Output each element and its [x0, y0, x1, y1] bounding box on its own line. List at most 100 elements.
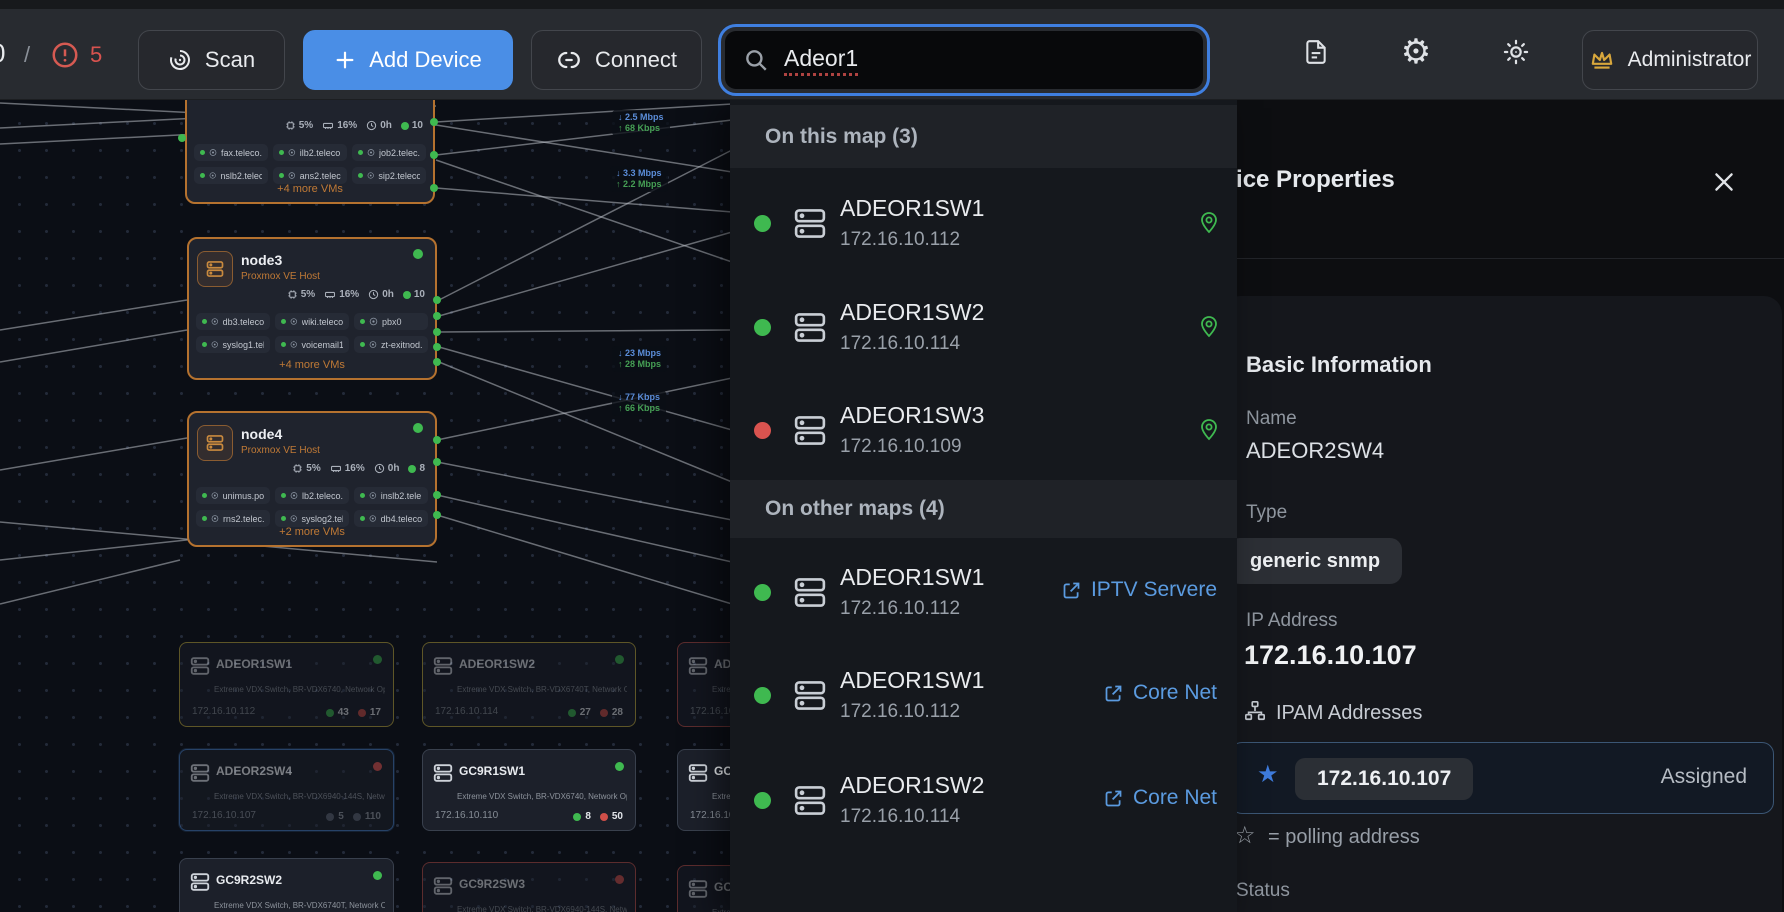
vm-chip[interactable]: db4.teleco...	[354, 510, 428, 527]
result-device-ip: 172.16.10.112	[840, 598, 960, 620]
ipam-address-row[interactable]: ★ 172.16.10.107 Assigned	[1230, 742, 1774, 814]
result-status-dot	[754, 792, 771, 809]
switch-description: Extreme VDX Switch, BR-VDX6740T, Network…	[457, 685, 627, 694]
ram-usage: 16%	[345, 463, 365, 474]
close-icon[interactable]	[1708, 166, 1740, 198]
polling-star-icon[interactable]: ★	[1257, 763, 1279, 787]
document-icon[interactable]	[1298, 34, 1334, 70]
vm-chip[interactable]: inslb2.tele...	[354, 487, 428, 504]
host-card-node4[interactable]: node4 Proxmox VE Host 5% 16% 0h 8 unimus…	[187, 411, 437, 547]
search-result-row[interactable]: ADEOR1SW1 172.16.10.112 Core Net	[730, 657, 1237, 733]
device-search-input[interactable]: Adeor1	[718, 24, 1210, 96]
theme-brightness-icon[interactable]	[1498, 34, 1534, 70]
more-vms-link[interactable]: +2 more VMs	[189, 526, 435, 538]
switch-card-gc9r2sw2[interactable]: GC9R2SW2 Extreme VDX Switch, BR-VDX6740T…	[179, 858, 394, 912]
locate-pin-icon[interactable]	[1197, 315, 1221, 339]
vm-chip[interactable]: sip2.teleco...	[352, 167, 426, 184]
vm-chip[interactable]: pbx0	[354, 313, 428, 330]
vm-chip[interactable]: syslog2.tel...	[275, 510, 349, 527]
vm-chip[interactable]: ans2.telec...	[273, 167, 347, 184]
vm-chip[interactable]: db3.teleco...	[196, 313, 270, 330]
switch-icon	[189, 871, 211, 893]
switch-name: GC9R1SW1	[459, 764, 525, 778]
basic-information-card: Basic Information Name ADEOR2SW4 Type ge…	[1222, 296, 1782, 912]
search-result-row[interactable]: ADEOR1SW1 172.16.10.112 IPTV Servere	[730, 554, 1237, 630]
more-vms-link[interactable]: +4 more VMs	[187, 183, 433, 195]
vm-status-dot	[200, 173, 205, 178]
search-result-row[interactable]: ADEOR1SW1 172.16.10.112	[730, 185, 1237, 261]
search-result-row[interactable]: ADEOR1SW3 172.16.10.109	[730, 392, 1237, 468]
section-title: On other maps (4)	[765, 497, 945, 521]
vm-count-dot	[408, 465, 416, 473]
search-value[interactable]: Adeor1	[784, 45, 858, 76]
host-name: node4	[241, 426, 282, 442]
vm-chip-list: db3.teleco... wiki.teleco... pbx0 syslog…	[196, 313, 428, 353]
host-card-node3[interactable]: node3 Proxmox VE Host 5% 16% 0h 10 db3.t…	[187, 237, 437, 380]
search-result-row[interactable]: ADEOR1SW2 172.16.10.114 Core Net	[730, 762, 1237, 838]
vm-chip[interactable]: syslog1.tel...	[196, 336, 270, 353]
vm-chip[interactable]: nslb2.telec...	[194, 167, 268, 184]
vm-status-dot	[202, 493, 207, 498]
vm-chip[interactable]: lb2.teleco...	[275, 487, 349, 504]
result-status-dot	[754, 319, 771, 336]
host-type: Proxmox VE Host	[241, 271, 320, 282]
vm-chip[interactable]: zt-exitnod...	[354, 336, 428, 353]
vm-chip[interactable]: voicemail1...	[275, 336, 349, 353]
scan-button[interactable]: Scan	[138, 30, 285, 90]
vm-chip[interactable]: job2.telec...	[352, 144, 426, 161]
vm-status-dot	[358, 150, 363, 155]
switch-icon	[790, 309, 830, 346]
clock-icon	[374, 463, 385, 474]
settings-gear-icon[interactable]: ⚙	[1398, 34, 1434, 70]
link-endpoint-dot	[178, 134, 186, 142]
switch-card-adeor2sw4[interactable]: ADEOR2SW4 Extreme VDX Switch, BR-VDX6940…	[179, 749, 394, 831]
device-name-value: ADEOR2SW4	[1246, 438, 1384, 464]
switch-card-adeor1sw2[interactable]: ADEOR1SW2 Extreme VDX Switch, BR-VDX6740…	[422, 642, 636, 727]
port-counts: 850	[573, 811, 623, 822]
add-device-label: Add Device	[369, 47, 482, 73]
link-endpoint-dot	[433, 458, 441, 466]
vm-status-dot	[202, 319, 207, 324]
vm-chip[interactable]: ilb2.teleco...	[273, 144, 347, 161]
vm-chip[interactable]: fax.teleco...	[194, 144, 268, 161]
vm-count: 10	[414, 289, 425, 300]
external-link-icon	[1103, 788, 1124, 809]
result-device-ip: 172.16.10.114	[840, 806, 960, 828]
star-outline-icon: ☆	[1234, 824, 1256, 848]
vm-icon	[290, 340, 297, 349]
link-down-rate: ↓ 3.3 Mbps	[616, 168, 662, 179]
vm-chip[interactable]: unimus.po...	[196, 487, 270, 504]
switch-icon	[432, 655, 454, 677]
vm-name: db3.teleco...	[223, 317, 264, 327]
switch-card-adeor1sw1[interactable]: ADEOR1SW1 Extreme VDX Switch, BR-VDX6740…	[179, 642, 394, 727]
more-vms-link[interactable]: +4 more VMs	[189, 359, 435, 371]
locate-pin-icon[interactable]	[1197, 211, 1221, 235]
vm-chip[interactable]: wiki.teleco...	[275, 313, 349, 330]
vm-chip-list: fax.teleco... ilb2.teleco... job2.telec.…	[194, 144, 426, 184]
device-properties-panel: Device Properties Basic Information Name…	[1150, 100, 1784, 912]
cpu-icon	[285, 120, 296, 131]
switch-card-gc9r1sw1[interactable]: GC9R1SW1 Extreme VDX Switch, BR-VDX6740,…	[422, 749, 636, 831]
alert-icon[interactable]	[50, 40, 80, 70]
connect-button[interactable]: Connect	[531, 30, 702, 90]
vm-count-dot	[401, 122, 409, 130]
locate-pin-icon[interactable]	[1197, 418, 1221, 442]
switch-icon	[432, 762, 454, 784]
open-map-link[interactable]: Core Net	[1103, 681, 1217, 705]
vm-status-dot	[202, 516, 207, 521]
open-map-link[interactable]: IPTV Servere	[1061, 578, 1217, 602]
add-device-button[interactable]: Add Device	[303, 30, 513, 90]
device-ip-value: 172.16.10.107	[1244, 640, 1417, 671]
ipam-ip-badge: 172.16.10.107	[1295, 758, 1473, 800]
vm-name: fax.teleco...	[221, 148, 262, 158]
switch-card-gc9r2sw3[interactable]: GC9R2SW3 Extreme VDX Switch, BR-VDX6940-…	[422, 862, 636, 912]
vm-name: sip2.teleco...	[378, 171, 420, 181]
user-menu-button[interactable]: Administrator	[1582, 30, 1758, 90]
search-result-row[interactable]: ADEOR1SW2 172.16.10.114	[730, 289, 1237, 365]
ipam-addresses-label: IPAM Addresses	[1276, 702, 1422, 725]
link-endpoint-dot	[430, 151, 438, 159]
vm-icon	[209, 148, 217, 157]
link-endpoint-dot	[430, 184, 438, 192]
vm-chip[interactable]: rns2.telec...	[196, 510, 270, 527]
open-map-link[interactable]: Core Net	[1103, 786, 1217, 810]
